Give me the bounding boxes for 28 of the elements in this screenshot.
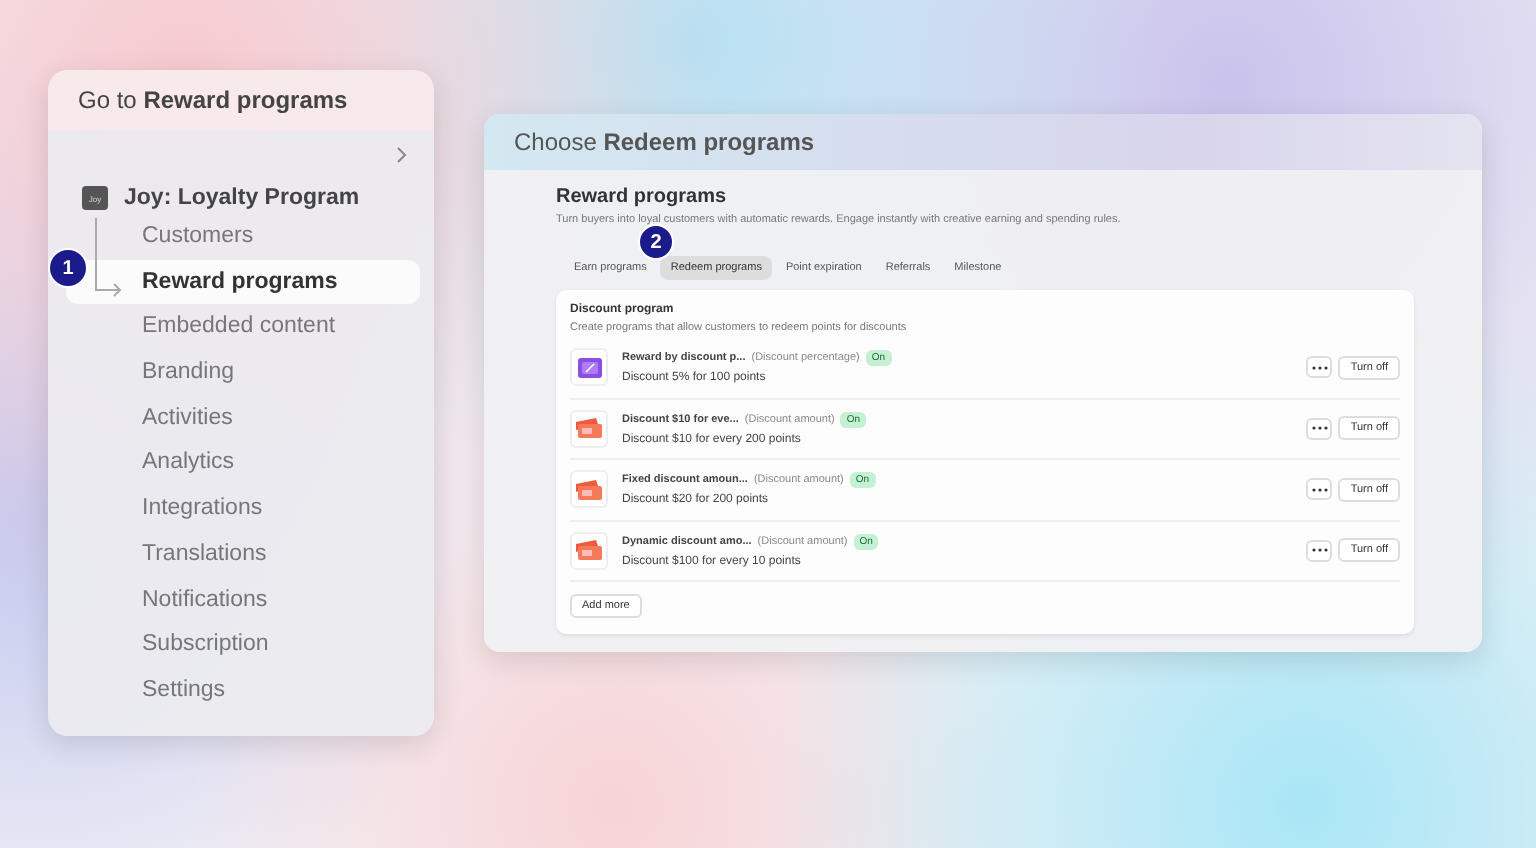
reward-icon: [570, 470, 608, 509]
nav-item[interactable]: Settings: [66, 667, 420, 714]
page-heading: Reward programs: [556, 186, 729, 208]
more-icon: [1311, 426, 1328, 431]
more-icon: [1311, 487, 1328, 492]
nav-item[interactable]: Analytics: [66, 440, 420, 487]
nav-item[interactable]: Activities: [66, 395, 420, 441]
nav-item[interactable]: Translations: [66, 531, 420, 577]
nav-item[interactable]: Notifications: [66, 577, 420, 623]
more-button[interactable]: [1306, 356, 1333, 379]
panel-title: Choose Redeem programs: [514, 128, 815, 156]
nav-item[interactable]: Embedded content: [66, 304, 420, 351]
more-button[interactable]: [1306, 478, 1333, 501]
step-badge: 1: [48, 248, 88, 288]
reward-icon: [570, 348, 608, 387]
nav-item[interactable]: Branding: [66, 350, 420, 396]
app-name: Joy: Loyalty Program: [124, 186, 360, 210]
more-button[interactable]: [1306, 417, 1333, 440]
more-button[interactable]: [1306, 539, 1333, 562]
nav-item[interactable]: Subscription: [66, 622, 420, 668]
chevron-right-icon[interactable]: [396, 146, 408, 164]
more-icon: [1311, 365, 1328, 370]
panel-title: Go to Reward programs: [78, 86, 348, 114]
nav-item[interactable]: Integrations: [66, 486, 420, 532]
step-badge: 2: [638, 224, 674, 260]
more-icon: [1311, 548, 1328, 553]
reward-icon: [570, 531, 608, 570]
reward-icon: [570, 409, 608, 448]
